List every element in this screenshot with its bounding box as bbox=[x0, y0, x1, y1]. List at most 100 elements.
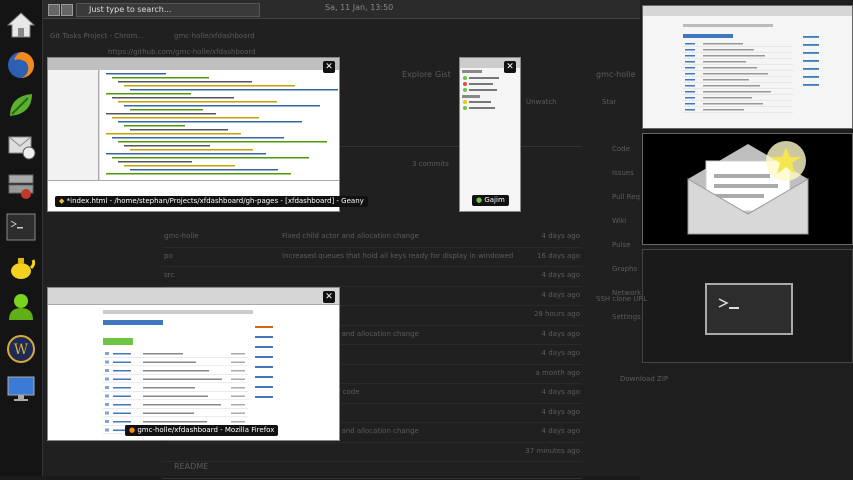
repo-nav-item[interactable]: Wiki bbox=[612, 217, 627, 225]
row-time: 16 days ago bbox=[537, 251, 580, 260]
close-button[interactable]: ✕ bbox=[323, 61, 335, 73]
repo-nav-item[interactable]: Pull Req bbox=[612, 193, 640, 201]
commit-time bbox=[231, 395, 245, 397]
code-line bbox=[106, 173, 291, 175]
workspace-pane: SSH clone URL Download ZIP bbox=[596, 0, 853, 480]
repo-nav-item[interactable]: Settings bbox=[612, 313, 641, 321]
row-divider bbox=[683, 70, 793, 71]
terminal-icon[interactable] bbox=[4, 210, 38, 244]
close-button[interactable]: ✕ bbox=[504, 61, 516, 73]
leaf-app-icon[interactable] bbox=[4, 88, 38, 122]
home-icon[interactable] bbox=[4, 8, 38, 42]
window-caption: ◆ *index.html - /home/stephan/Projects/x… bbox=[55, 196, 368, 207]
sidebar-link bbox=[803, 60, 819, 62]
file-name bbox=[113, 387, 131, 389]
commits-count[interactable]: 3 commits bbox=[412, 160, 449, 168]
file-name bbox=[685, 43, 695, 45]
code-line bbox=[112, 157, 309, 159]
commit-time bbox=[231, 370, 245, 372]
commit-message bbox=[143, 421, 207, 423]
code-line bbox=[130, 109, 203, 111]
file-name bbox=[113, 378, 131, 380]
folder-icon bbox=[105, 377, 109, 381]
repo-nav-item[interactable]: Graphs bbox=[612, 265, 637, 273]
row-time: 37 minutes ago bbox=[525, 446, 580, 455]
workspace-thumbnail-browser[interactable] bbox=[642, 5, 853, 129]
folder-icon bbox=[105, 360, 109, 364]
row-divider bbox=[683, 64, 793, 65]
network-tools-icon[interactable] bbox=[4, 168, 38, 202]
geany-toolbar bbox=[48, 58, 339, 70]
star-button[interactable]: Star bbox=[602, 98, 616, 106]
teapot-icon[interactable] bbox=[4, 250, 38, 284]
search-input[interactable]: Just type to search... bbox=[76, 3, 260, 17]
mail-notification-icon bbox=[687, 141, 808, 235]
gajim-window[interactable]: ✕ bbox=[459, 57, 521, 212]
terminal-icon bbox=[705, 283, 793, 335]
row-message[interactable]: Fixed child actor and allocation change bbox=[282, 232, 419, 240]
browser-url[interactable]: https://github.com/gmc-holle/xfdashboard bbox=[108, 48, 256, 56]
geany-window[interactable]: ✕ bbox=[47, 57, 340, 212]
unwatch-button[interactable]: Unwatch bbox=[526, 98, 557, 106]
row-divider bbox=[103, 382, 248, 384]
close-button[interactable]: ✕ bbox=[323, 291, 335, 303]
browser-tab-1[interactable]: Git Tasks Project - Chrom... bbox=[50, 32, 144, 40]
geany-editor[interactable] bbox=[100, 70, 339, 180]
row-message[interactable]: Increased queues that hold all keys read… bbox=[282, 252, 513, 260]
row-name[interactable]: po bbox=[164, 252, 173, 260]
workspace-thumbnail-terminal[interactable] bbox=[642, 249, 853, 363]
row-divider bbox=[683, 100, 793, 101]
table-row[interactable]: po Increased queues that hold all keys re… bbox=[162, 248, 582, 267]
gajim-title: Gajim bbox=[484, 196, 505, 204]
branch-button[interactable] bbox=[103, 338, 133, 345]
workspace-thumbnail-mail[interactable] bbox=[642, 133, 853, 245]
sidebar-link bbox=[255, 356, 273, 358]
repo-nav-item[interactable]: Network bbox=[612, 289, 641, 297]
commit-message bbox=[703, 43, 743, 45]
nav-explore[interactable]: Explore bbox=[402, 70, 432, 79]
warcraft-icon[interactable]: W bbox=[4, 332, 38, 366]
repo-nav-item[interactable]: Issues bbox=[612, 169, 634, 177]
file-name bbox=[685, 103, 695, 105]
table-row[interactable]: 37 minutes ago bbox=[162, 443, 582, 462]
display-icon[interactable] bbox=[4, 372, 38, 406]
code-line bbox=[112, 97, 234, 99]
clock[interactable]: Sa, 11 Jan, 13:50 bbox=[325, 3, 393, 12]
commit-message bbox=[143, 412, 194, 414]
commit-time bbox=[231, 404, 245, 406]
commit-message bbox=[143, 353, 183, 355]
row-time: 4 days ago bbox=[541, 232, 580, 240]
row-time: 4 days ago bbox=[541, 407, 580, 416]
row-divider bbox=[683, 94, 793, 95]
code-line bbox=[130, 129, 228, 131]
table-row[interactable]: src 4 days ago bbox=[162, 267, 582, 287]
repo-title bbox=[683, 34, 733, 38]
sidebar-link bbox=[255, 376, 273, 378]
repo-nav-item[interactable]: Pulse bbox=[612, 241, 630, 249]
code-line bbox=[106, 153, 266, 155]
sidebar-link bbox=[255, 386, 273, 388]
commit-message bbox=[703, 109, 744, 111]
repo-nav-item[interactable]: Code bbox=[612, 145, 630, 153]
menu-icon[interactable] bbox=[48, 4, 60, 16]
firefox-icon[interactable] bbox=[4, 48, 38, 82]
folder-icon bbox=[105, 394, 109, 398]
user-name[interactable]: gmc-holle bbox=[596, 70, 636, 79]
geany-sidebar[interactable] bbox=[48, 70, 99, 180]
file-name bbox=[685, 49, 695, 51]
row-name[interactable]: gmc-holle bbox=[164, 232, 199, 240]
commit-message bbox=[703, 97, 752, 99]
mail-sync-icon[interactable] bbox=[4, 128, 38, 162]
geany-icon: ◆ bbox=[59, 197, 65, 205]
nav-gist[interactable]: Gist bbox=[435, 70, 451, 79]
table-row[interactable]: gmc-holle Fixed child actor and allocatio… bbox=[162, 228, 582, 248]
home-icon[interactable] bbox=[61, 4, 73, 16]
browser-tab-2[interactable]: gmc-holle/xfdashboard bbox=[174, 32, 255, 40]
file-list[interactable] bbox=[103, 350, 248, 435]
contact-list[interactable] bbox=[462, 70, 518, 110]
user-icon[interactable] bbox=[4, 290, 38, 324]
row-name[interactable]: src bbox=[164, 271, 174, 279]
download-zip-button[interactable]: Download ZIP bbox=[620, 375, 668, 383]
firefox-window[interactable]: ✕ bbox=[47, 287, 340, 441]
code-line bbox=[118, 161, 192, 163]
